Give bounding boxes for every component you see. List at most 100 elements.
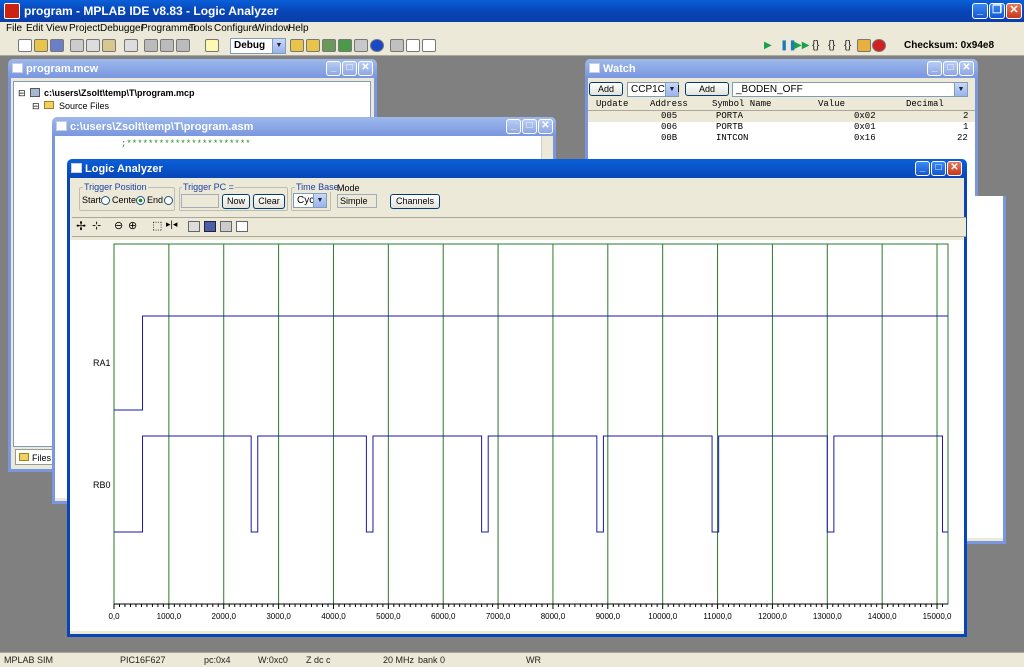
sfr-select[interactable]: CCP1CON ▼	[627, 82, 680, 97]
status-wr: WR	[526, 655, 541, 665]
close-icon[interactable]: ✕	[959, 61, 974, 76]
save-icon[interactable]	[50, 39, 64, 52]
menu-project[interactable]: Project	[69, 23, 100, 34]
cut-icon[interactable]	[70, 39, 84, 52]
watch-view-icon[interactable]	[406, 39, 420, 52]
copy-icon[interactable]	[188, 221, 200, 232]
paste-icon[interactable]	[102, 39, 116, 52]
cursor-icon[interactable]: ▸|◂	[166, 219, 177, 230]
step-out-icon[interactable]: {}	[844, 39, 851, 51]
find-files-icon[interactable]	[176, 39, 190, 52]
tree-expander[interactable]: ⊟	[18, 88, 26, 99]
restore-icon[interactable]: ❐	[989, 3, 1005, 19]
logic-chart-area[interactable]: RA1 RB0 0,0 1000,0 2000,0 3000,0 4000,0 5000,…	[70, 240, 964, 631]
minimize-icon[interactable]: _	[326, 61, 341, 76]
new-file-icon[interactable]	[18, 39, 32, 52]
build-all-icon[interactable]	[354, 39, 368, 52]
animate-icon[interactable]: ▶▶	[794, 40, 809, 51]
info-icon[interactable]	[370, 39, 384, 52]
trigger-pc-input[interactable]	[181, 194, 219, 208]
add-symbol-button[interactable]: Add Symbol	[685, 82, 729, 107]
radio-center[interactable]	[136, 196, 145, 205]
menu-edit[interactable]: Edit	[26, 23, 43, 34]
copy-icon[interactable]	[86, 39, 100, 52]
column-header-update[interactable]: Update	[596, 99, 628, 109]
help-icon[interactable]	[205, 39, 219, 52]
rb0-trace	[114, 435, 948, 533]
menu-file[interactable]: File	[6, 23, 22, 34]
zoom-fit-icon[interactable]: ⊹	[92, 219, 101, 232]
tree-expander[interactable]: ⊟	[32, 101, 40, 112]
table-row[interactable]: 006 PORTB 0x01 1	[588, 122, 975, 133]
menu-configure[interactable]: Configure	[214, 23, 257, 34]
save-project-icon[interactable]	[306, 39, 320, 52]
menu-view[interactable]: View	[46, 23, 68, 34]
find-next-icon[interactable]	[160, 39, 174, 52]
print-preview-icon[interactable]	[236, 221, 248, 232]
column-header-address[interactable]: Address	[650, 99, 688, 109]
step-into-icon[interactable]: {}	[812, 39, 819, 51]
run-icon[interactable]: ▶	[764, 40, 772, 51]
find-icon[interactable]	[144, 39, 158, 52]
minimize-icon[interactable]: _	[972, 3, 988, 19]
save-icon[interactable]	[204, 221, 216, 232]
close-icon[interactable]: ✕	[1006, 3, 1022, 19]
make-icon[interactable]	[338, 39, 352, 52]
radio-start[interactable]	[101, 196, 110, 205]
memory-view-icon[interactable]	[422, 39, 436, 52]
row-decimal: 1	[963, 122, 969, 132]
zoom-out-icon[interactable]: ⊖	[114, 219, 123, 232]
reset-icon[interactable]	[857, 39, 871, 52]
menu-debugger[interactable]: Debugger	[100, 23, 144, 34]
source-files-label[interactable]: Source Files	[59, 101, 109, 111]
minimize-icon[interactable]: _	[915, 161, 930, 176]
open-project-icon[interactable]	[290, 39, 304, 52]
symbol-select[interactable]: _BODEN_OFF ▼	[732, 82, 968, 97]
breakpoint-icon[interactable]	[872, 39, 886, 52]
maximize-icon[interactable]: □	[522, 119, 537, 134]
settings-icon[interactable]	[390, 39, 404, 52]
maximize-icon[interactable]: □	[342, 61, 357, 76]
column-header-value[interactable]: Value	[818, 99, 845, 109]
trigger-pc-label: Trigger PC =	[182, 182, 235, 192]
step-over-icon[interactable]: {}	[828, 39, 835, 51]
project-root-label[interactable]: c:\users\Zsolt\temp\T\program.mcp	[44, 88, 195, 98]
build-config-select[interactable]: Debug ▼	[230, 38, 286, 54]
watch-window-titlebar[interactable]: Watch _ □ ✕	[585, 59, 978, 78]
table-row[interactable]: 00B INTCON 0x16 22	[588, 133, 975, 144]
column-header-symbol[interactable]: Symbol Name	[712, 99, 771, 109]
logic-analyzer-chart[interactable]: RA1 RB0 0,0 1000,0 2000,0 3000,0 4000,0 5000,…	[70, 240, 964, 631]
now-button[interactable]: Now	[222, 194, 250, 209]
select-region-icon[interactable]: ⬚	[152, 219, 162, 232]
time-base-select[interactable]: Cyc ▼	[293, 193, 327, 208]
maximize-icon[interactable]: □	[943, 61, 958, 76]
menu-window[interactable]: Window	[255, 23, 291, 34]
minimize-icon[interactable]: _	[927, 61, 942, 76]
asm-window-titlebar[interactable]: c:\users\Zsolt\temp\T\program.asm _ □ ✕	[52, 117, 556, 136]
folder-icon	[44, 101, 54, 109]
clear-button[interactable]: Clear	[253, 194, 285, 209]
open-icon[interactable]	[34, 39, 48, 52]
row-decimal: 2	[963, 111, 969, 121]
column-header-decimal[interactable]: Decimal	[906, 99, 944, 109]
menu-tools[interactable]: Tools	[189, 23, 212, 34]
print-icon[interactable]	[220, 221, 232, 232]
close-icon[interactable]: ✕	[947, 161, 962, 176]
close-icon[interactable]: ✕	[358, 61, 373, 76]
menu-help[interactable]: Help	[288, 23, 309, 34]
move-icon[interactable]: ✢	[76, 219, 86, 233]
channels-button[interactable]: Channels	[390, 194, 440, 209]
logic-analyzer-titlebar[interactable]: Logic Analyzer _ □ ✕	[67, 159, 967, 178]
minimize-icon[interactable]: _	[506, 119, 521, 134]
table-row[interactable]: 005 PORTA 0x02 2	[588, 111, 975, 122]
print-icon[interactable]	[124, 39, 138, 52]
close-icon[interactable]: ✕	[538, 119, 553, 134]
radio-end[interactable]	[164, 196, 173, 205]
add-sfr-button[interactable]: Add SFR	[589, 82, 623, 107]
maximize-icon[interactable]: □	[931, 161, 946, 176]
zoom-in-icon[interactable]: ⊕	[128, 219, 137, 232]
project-window-titlebar[interactable]: program.mcw _ □ ✕	[8, 59, 377, 78]
signal-label-rb0: RB0	[93, 480, 111, 490]
build-icon[interactable]	[322, 39, 336, 52]
files-tab[interactable]: Files	[15, 449, 55, 465]
